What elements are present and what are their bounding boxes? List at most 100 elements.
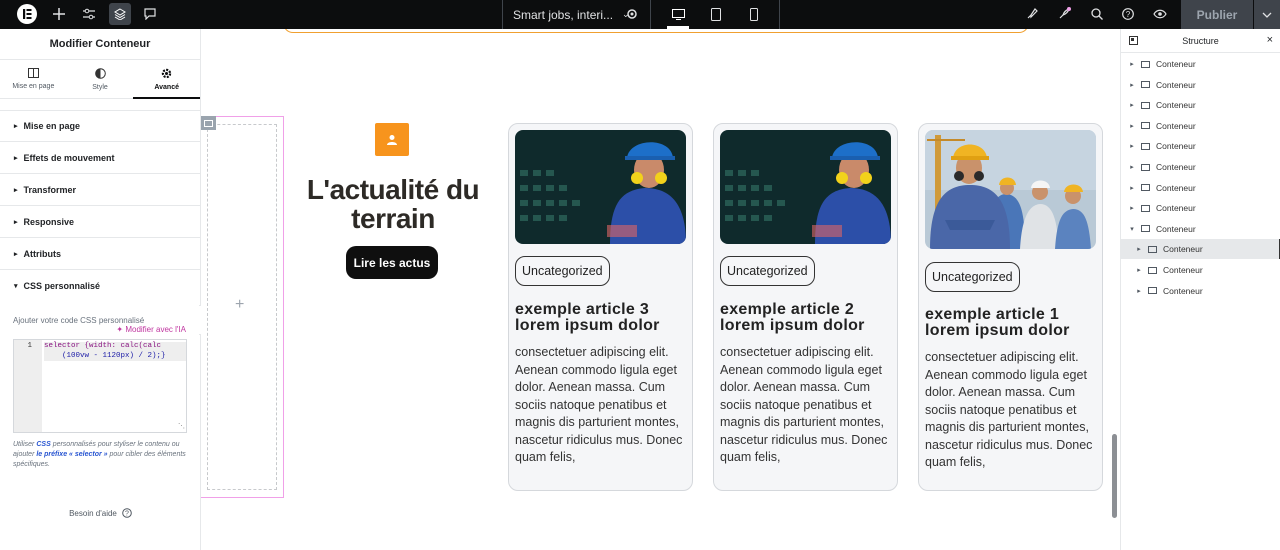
tablet-icon[interactable] <box>697 0 735 29</box>
structure-node[interactable]: ▸ Conteneur <box>1121 157 1280 177</box>
caret-right-icon[interactable]: ▸ <box>1127 184 1137 192</box>
structure-node[interactable]: ▸ Conteneur <box>1121 198 1280 218</box>
structure-node-label: Conteneur <box>1156 79 1196 90</box>
search-icon[interactable] <box>1087 3 1107 25</box>
section-css-personnalise[interactable]: ▾ CSS personnalisé <box>0 270 200 302</box>
caret-right-icon[interactable]: ▸ <box>1127 204 1137 212</box>
article-card[interactable]: Uncategorized exemple article 2 lorem ip… <box>713 123 898 491</box>
notifications-rocket-icon[interactable] <box>1054 3 1074 25</box>
category-badge[interactable]: Uncategorized <box>720 256 815 286</box>
article-image <box>720 130 891 244</box>
section-label: CSS personnalisé <box>23 281 101 291</box>
help-link[interactable]: Besoin d'aide ? <box>0 508 201 518</box>
structure-node[interactable]: ▸ Conteneur <box>1121 239 1280 260</box>
caret-right-icon[interactable]: ▸ <box>1127 163 1137 171</box>
panel-dock-icon[interactable] <box>1129 36 1138 45</box>
structure-node-label: Conteneur <box>1156 59 1196 69</box>
category-badge[interactable]: Uncategorized <box>515 256 610 286</box>
section-effets-de-mouvement[interactable]: ▸ Effets de mouvement <box>0 142 200 174</box>
caret-right-icon[interactable]: ▸ <box>1134 245 1144 253</box>
structure-node[interactable]: ▸ Conteneur <box>1121 136 1280 156</box>
caret-right-icon[interactable]: ▸ <box>1127 142 1137 150</box>
ai-edit-link[interactable]: ✦ Modifier avec l'IA <box>0 325 200 334</box>
container-handle-icon[interactable] <box>201 116 216 130</box>
theme-builder-icon[interactable] <box>1022 3 1042 25</box>
caret-down-icon: ▾ <box>14 283 18 290</box>
structure-node[interactable]: ▸ Conteneur <box>1121 75 1280 95</box>
section-label: Responsive <box>23 216 75 227</box>
structure-node[interactable]: ▸ Conteneur <box>1121 95 1280 115</box>
add-widget-plus-icon[interactable]: + <box>235 296 244 314</box>
section-label: Effets de mouvement <box>23 152 115 163</box>
selected-container[interactable]: + <box>201 116 284 498</box>
caret-right-icon[interactable]: ▸ <box>1127 60 1137 68</box>
section-transformer[interactable]: ▸ Transformer <box>0 174 200 206</box>
structure-title: Structure <box>1182 35 1219 46</box>
resize-handle-icon[interactable]: ⋱ <box>178 422 185 431</box>
structure-panel: Structure × ▸ Conteneur ▸ Conteneur ▸ Contene… <box>1120 29 1280 550</box>
preview-eye-icon[interactable] <box>1150 3 1170 25</box>
code-line: (100vw - 1120px) / 2);} <box>62 351 166 360</box>
tab-style[interactable]: Style <box>67 60 134 98</box>
css-link[interactable]: CSS <box>36 441 50 448</box>
container-icon <box>1141 184 1150 192</box>
structure-node-label: Conteneur <box>1156 162 1196 172</box>
structure-node-label: Conteneur <box>1156 141 1196 152</box>
read-news-button[interactable]: Lire les actus <box>346 246 438 279</box>
publish-button[interactable]: Publier <box>1181 0 1253 29</box>
container-icon <box>1148 245 1157 253</box>
structure-node[interactable]: ▸ Conteneur <box>1121 178 1280 198</box>
article-title[interactable]: exemple article 2 lorem ipsum dolor <box>720 302 890 334</box>
sparkle-icon: ✦ <box>116 325 126 334</box>
article-card[interactable]: Uncategorized exemple article 1 lorem ip… <box>918 123 1103 491</box>
mobile-icon[interactable] <box>735 0 773 29</box>
selector-link[interactable]: le préfixe « selector » <box>36 451 107 458</box>
caret-right-icon: ▸ <box>14 218 18 226</box>
caret-right-icon[interactable]: ▸ <box>1127 122 1137 130</box>
comments-icon[interactable] <box>140 3 160 25</box>
article-image <box>515 130 686 244</box>
structure-node[interactable]: ▾ Conteneur <box>1121 219 1280 239</box>
tab-label: Mise en page <box>12 83 55 90</box>
tab-label: Avancé <box>154 83 179 91</box>
tab-mise-en-page[interactable]: Mise en page <box>0 60 67 98</box>
document-title: Smart jobs, interi... <box>513 7 614 22</box>
desktop-icon[interactable] <box>659 0 697 29</box>
structure-node[interactable]: ▸ Conteneur <box>1121 281 1280 301</box>
elementor-logo-icon[interactable] <box>14 3 40 25</box>
tab-avance[interactable]: Avancé <box>133 60 200 99</box>
article-image <box>925 130 1096 249</box>
structure-node[interactable]: ▸ Conteneur <box>1121 260 1280 280</box>
page-settings-gear-icon[interactable] <box>622 3 642 25</box>
publish-options-chevron-icon[interactable] <box>1253 0 1280 29</box>
caret-right-icon[interactable]: ▸ <box>1134 287 1144 295</box>
caret-right-icon[interactable]: ▸ <box>1127 101 1137 109</box>
caret-down-icon[interactable]: ▾ <box>1127 225 1137 233</box>
article-title[interactable]: exemple article 3 lorem ipsum dolor <box>515 302 685 334</box>
caret-right-icon[interactable]: ▸ <box>1127 81 1137 89</box>
article-title[interactable]: exemple article 1 lorem ipsum dolor <box>925 307 1095 339</box>
css-code-editor[interactable]: 1 selector {width: calc(calc (100vw - 11… <box>13 339 187 433</box>
section-label: Transformer <box>23 184 77 195</box>
category-badge[interactable]: Uncategorized <box>925 262 1020 292</box>
structure-node[interactable]: ▸ Conteneur <box>1121 116 1280 136</box>
article-excerpt: consectetuer adipiscing elit. Aenean com… <box>925 350 1093 469</box>
structure-node-label: Conteneur <box>1156 100 1196 111</box>
line-number: 1 <box>14 340 42 432</box>
caret-right-icon[interactable]: ▸ <box>1134 266 1144 274</box>
section-responsive[interactable]: ▸ Responsive <box>0 206 200 238</box>
close-icon[interactable]: × <box>1267 34 1273 46</box>
section-attributs[interactable]: ▸ Attributs <box>0 238 200 270</box>
article-card[interactable]: Uncategorized exemple article 3 lorem ip… <box>508 123 693 491</box>
section-mise-en-page[interactable]: ▸ Mise en page <box>0 110 200 142</box>
caret-right-icon: ▸ <box>14 186 18 194</box>
structure-node[interactable]: ▸ Conteneur <box>1121 54 1280 74</box>
site-settings-icon[interactable] <box>79 3 99 25</box>
canvas-scrollbar[interactable] <box>1112 434 1117 518</box>
structure-layers-icon[interactable] <box>109 3 131 25</box>
container-icon <box>1141 163 1150 171</box>
add-element-icon[interactable] <box>49 3 69 25</box>
help-icon[interactable]: ? <box>1118 3 1138 25</box>
caret-right-icon: ▸ <box>14 250 18 258</box>
tab-label: Style <box>92 83 108 91</box>
